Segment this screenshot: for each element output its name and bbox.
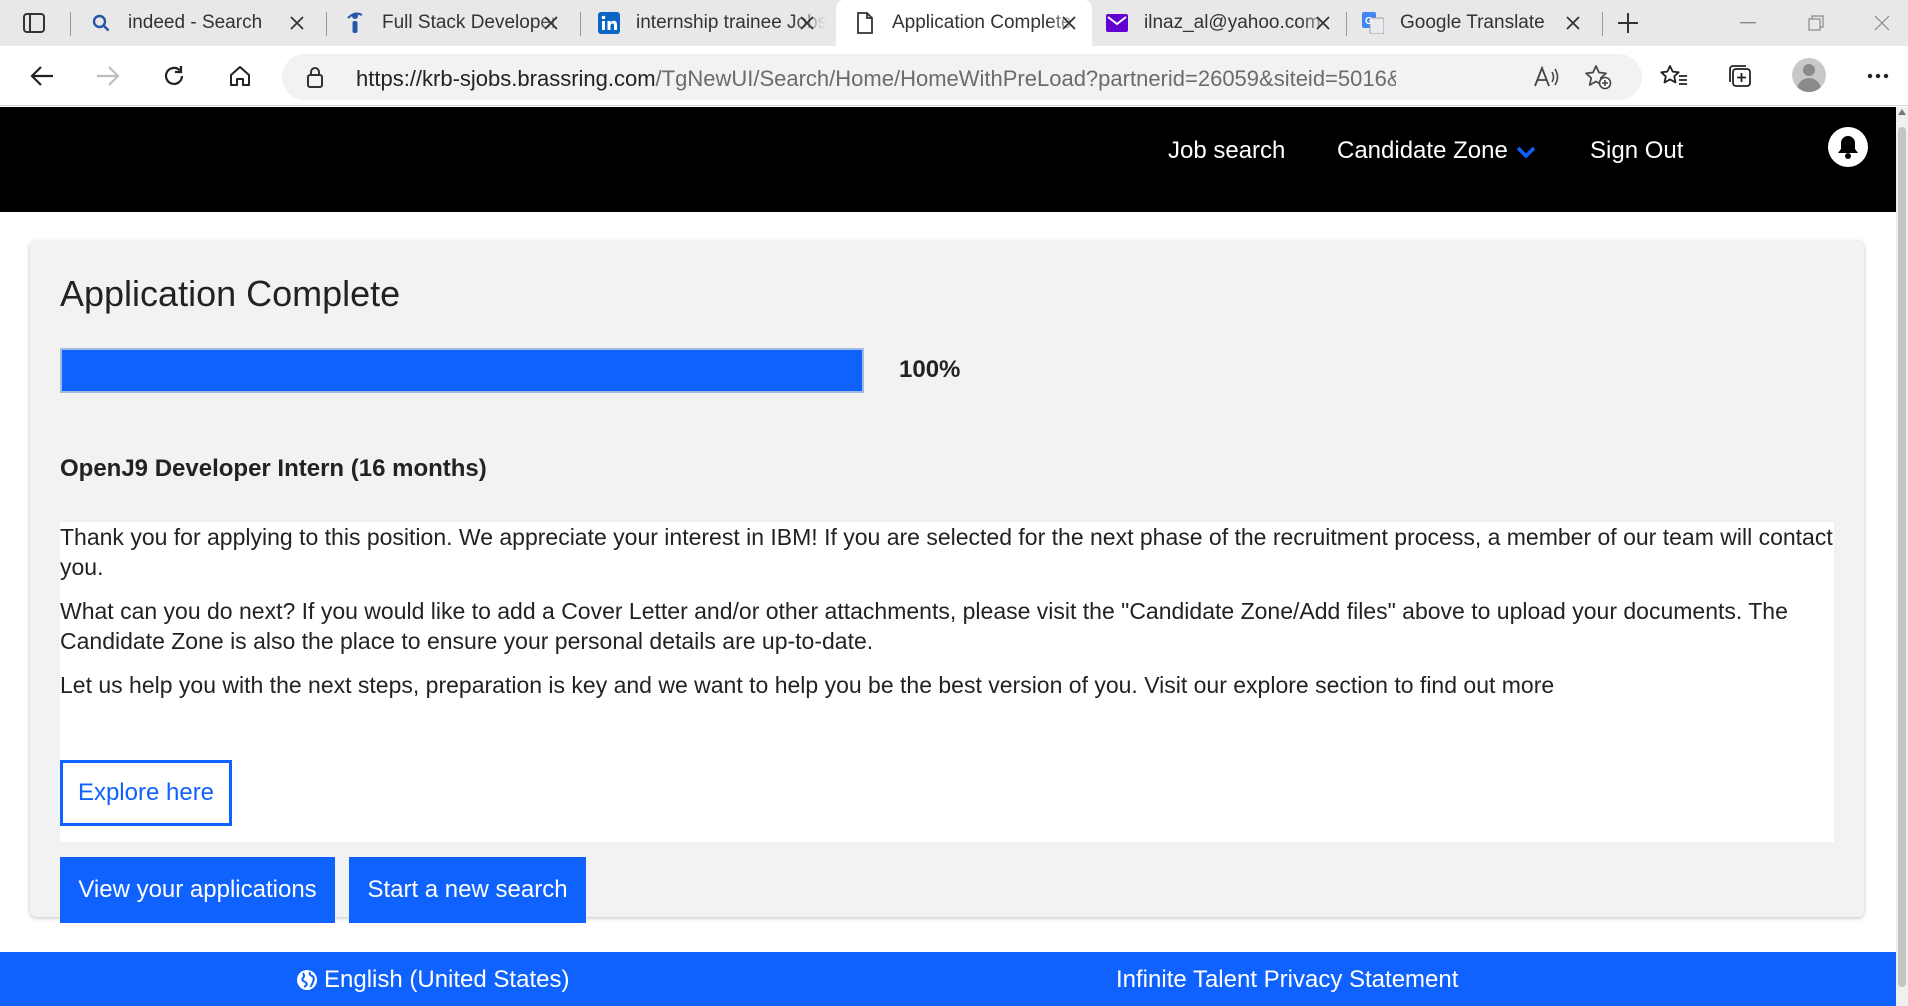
candidate-zone-label: Candidate Zone xyxy=(1337,137,1508,164)
tab-application-complete[interactable]: Application Complete xyxy=(836,0,1092,46)
close-tab-icon[interactable] xyxy=(286,12,308,34)
indeed-icon xyxy=(344,12,366,34)
nav-job-search[interactable]: Job search xyxy=(1168,137,1285,165)
explore-paragraph: Let us help you with the next steps, pre… xyxy=(60,672,1555,698)
explore-here-button[interactable]: Explore here xyxy=(60,760,232,826)
minimize-icon[interactable] xyxy=(1726,8,1770,38)
job-title: OpenJ9 Developer Intern (16 months) xyxy=(60,455,487,482)
close-window-icon[interactable] xyxy=(1860,8,1904,38)
tab-title: Application Complete xyxy=(892,12,1072,33)
back-icon[interactable] xyxy=(22,58,62,94)
page-icon xyxy=(854,12,876,34)
site-header: Job search Candidate Zone Sign Out xyxy=(0,107,1896,212)
close-tab-icon[interactable] xyxy=(1562,12,1584,34)
home-icon[interactable] xyxy=(220,58,260,94)
nav-candidate-zone[interactable]: Candidate Zone xyxy=(1337,137,1536,165)
close-tab-icon[interactable] xyxy=(1312,12,1334,34)
start-new-search-button[interactable]: Start a new search xyxy=(349,857,586,923)
close-tab-icon[interactable] xyxy=(1058,12,1080,34)
favorites-icon[interactable] xyxy=(1654,58,1694,94)
profile-avatar[interactable] xyxy=(1792,58,1826,92)
new-tab-icon[interactable] xyxy=(1612,8,1644,38)
chevron-down-icon xyxy=(1516,146,1536,158)
tab-yahoo-mail[interactable]: ilnaz_al@yahoo.com xyxy=(1106,0,1346,46)
globe-icon xyxy=(297,970,317,990)
tab-separator xyxy=(70,12,71,36)
collections-icon[interactable] xyxy=(1720,58,1760,94)
url-text[interactable]: https://krb-sjobs.brassring.com/TgNewUI/… xyxy=(356,66,1396,92)
url-path: /TgNewUI/Search/Home/HomeWithPreLoad?par… xyxy=(655,66,1396,91)
read-aloud-icon[interactable] xyxy=(1530,62,1562,92)
notification-bell-icon[interactable] xyxy=(1828,127,1868,167)
browser-toolbar: https://krb-sjobs.brassring.com/TgNewUI/… xyxy=(0,46,1908,106)
message-box: Thank you for applying to this position.… xyxy=(60,522,1834,842)
translate-icon: G xyxy=(1362,12,1384,34)
tab-google-translate[interactable]: G Google Translate xyxy=(1362,0,1596,46)
tab-separator xyxy=(1346,12,1347,36)
lock-icon[interactable] xyxy=(306,66,324,93)
close-tab-icon[interactable] xyxy=(540,12,562,34)
site-footer: English (United States) Infinite Talent … xyxy=(0,952,1896,1006)
forward-icon[interactable] xyxy=(88,58,128,94)
tab-indeed-search[interactable]: indeed - Search xyxy=(90,0,320,46)
search-icon xyxy=(90,12,112,34)
progress-bar xyxy=(60,348,864,393)
tab-separator xyxy=(1602,12,1603,36)
tab-title: ilnaz_al@yahoo.com xyxy=(1144,12,1321,33)
tab-actions-icon[interactable] xyxy=(16,8,52,38)
view-applications-button[interactable]: View your applications xyxy=(60,857,335,923)
add-favorite-icon[interactable] xyxy=(1582,62,1614,92)
next-steps-paragraph: What can you do next? If you would like … xyxy=(60,598,1788,654)
page-title: Application Complete xyxy=(60,273,401,314)
tab-separator xyxy=(326,12,327,36)
page-scrollbar[interactable] xyxy=(1896,107,1908,1006)
linkedin-icon xyxy=(598,12,620,34)
application-complete-card: Application Complete 100% OpenJ9 Develop… xyxy=(30,241,1864,923)
browser-tab-strip: indeed - Search Full Stack Developer int… xyxy=(0,0,1908,46)
progress-bar-fill xyxy=(62,350,862,391)
url-host: https://krb-sjobs.brassring.com xyxy=(356,66,656,91)
language-label: English (United States) xyxy=(324,966,570,993)
mail-icon xyxy=(1106,12,1128,34)
thank-you-paragraph: Thank you for applying to this position.… xyxy=(60,524,1833,580)
tab-separator xyxy=(580,12,581,36)
more-menu-icon[interactable] xyxy=(1858,58,1898,94)
nav-sign-out[interactable]: Sign Out xyxy=(1590,137,1683,165)
address-bar[interactable]: https://krb-sjobs.brassring.com/TgNewUI/… xyxy=(282,54,1642,100)
tab-linkedin[interactable]: internship trainee Jobs xyxy=(598,0,830,46)
close-tab-icon[interactable] xyxy=(796,12,818,34)
svg-text:G: G xyxy=(1365,16,1373,27)
privacy-statement-link[interactable]: Infinite Talent Privacy Statement xyxy=(1116,966,1458,994)
progress-label: 100% xyxy=(899,356,961,383)
restore-icon[interactable] xyxy=(1794,8,1838,38)
language-selector[interactable]: English (United States) xyxy=(296,966,569,994)
refresh-icon[interactable] xyxy=(154,58,194,94)
tab-full-stack[interactable]: Full Stack Developer xyxy=(344,0,574,46)
